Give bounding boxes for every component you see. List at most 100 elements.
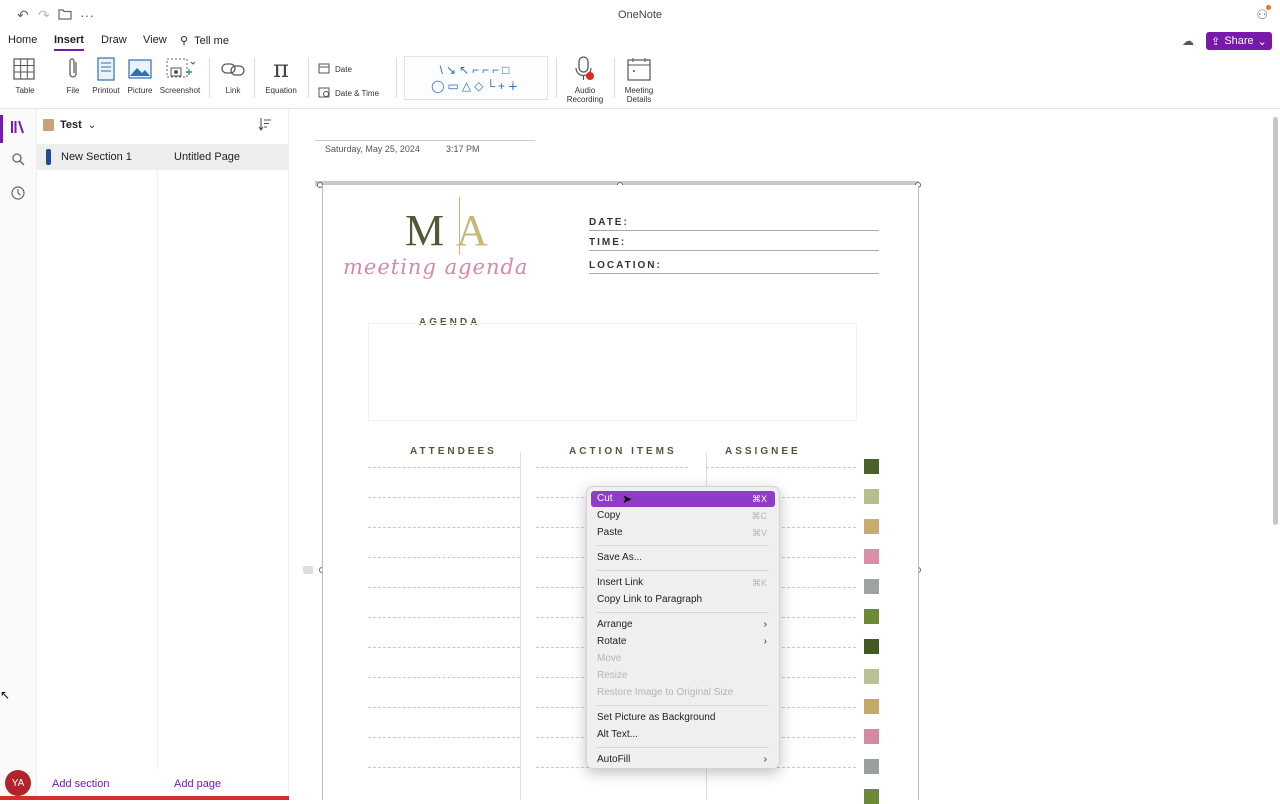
microphone-icon [562, 56, 608, 82]
date-button[interactable]: Date [318, 62, 352, 76]
table-button[interactable]: Table [8, 56, 42, 95]
field-date: DATE: [589, 217, 879, 231]
picture-button[interactable]: Picture [124, 56, 156, 95]
ribbon-divider [396, 58, 397, 98]
logo-script-text: meeting agenda [343, 255, 529, 279]
audio-label: Audio Recording [562, 86, 608, 104]
menu-item-alt-text[interactable]: Alt Text... [591, 727, 775, 743]
menu-item-paste[interactable]: Paste ⌘V [591, 525, 775, 541]
calendar-icon [318, 62, 330, 76]
ribbon-insert: Table File Printout Picture Screenshot L… [0, 52, 1280, 109]
shapes-row-shapes[interactable]: ◯▭△◇└+∔ [431, 79, 521, 93]
recent-clock-icon[interactable] [8, 183, 28, 203]
section-item-new-section-1[interactable]: New Section 1 Untitled Page [37, 144, 289, 170]
share-button[interactable]: ⇪ Share ⌄ [1206, 32, 1272, 50]
field-location: LOCATION: [589, 260, 879, 274]
menu-item-cut[interactable]: Cut ⌘X [591, 491, 775, 507]
color-swatch [864, 489, 879, 504]
ruled-line [368, 707, 520, 708]
menu-separator [597, 705, 769, 706]
printout-button[interactable]: Printout [89, 56, 123, 95]
add-page-button[interactable]: Add page [174, 778, 221, 790]
column-divider [520, 453, 521, 800]
title-bar: ↶ ↷ ··· OneNote ⚇ [0, 0, 1280, 30]
ruled-line [368, 497, 520, 498]
logo-divider [459, 197, 460, 255]
notebook-name: Test [60, 119, 82, 131]
menu-shortcut: ⌘K [751, 578, 767, 588]
menu-item-label: Move [597, 653, 622, 664]
pi-icon: π [273, 55, 289, 83]
menu-item-copy[interactable]: Copy ⌘C [591, 508, 775, 524]
ruled-line [368, 677, 520, 678]
vertical-scrollbar[interactable] [1273, 117, 1278, 525]
mouse-pointer-icon: ↖ [0, 688, 11, 702]
ruled-line [368, 767, 520, 768]
menu-item-label: Resize [597, 670, 628, 681]
menu-separator [597, 612, 769, 613]
shapes-gallery[interactable]: \↘↖⌐⌐⌐□ ◯▭△◇└+∔ [404, 56, 548, 100]
menu-item-rotate[interactable]: Rotate › [591, 634, 775, 650]
page-item-untitled[interactable]: Untitled Page [174, 151, 240, 163]
avatar[interactable]: YA [5, 770, 31, 796]
menu-item-copy-link-to-paragraph[interactable]: Copy Link to Paragraph [591, 592, 775, 608]
menu-item-label: Set Picture as Background [597, 712, 716, 723]
menu-shortcut: ⌘X [751, 494, 767, 504]
meeting-details-button[interactable]: Meeting Details [619, 56, 659, 104]
menu-item-label: Paste [597, 527, 623, 538]
page-date: Saturday, May 25, 2024 [325, 144, 420, 154]
link-button[interactable]: Link [219, 56, 247, 95]
menu-item-autofill[interactable]: AutoFill › [591, 752, 775, 768]
menu-item-label: Arrange [597, 619, 633, 630]
tab-view[interactable]: View [143, 34, 167, 46]
menu-item-set-picture-as-background[interactable]: Set Picture as Background [591, 710, 775, 726]
sync-status-icon[interactable]: ☁ [1182, 34, 1194, 48]
logo-a: A [456, 206, 500, 255]
tell-me[interactable]: ⚲ Tell me [180, 34, 229, 47]
color-swatch [864, 459, 879, 474]
equation-button[interactable]: π Equation [262, 55, 300, 95]
sort-icon[interactable] [258, 117, 272, 134]
ribbon-divider [254, 58, 255, 98]
paragraph-handle[interactable] [303, 566, 313, 574]
color-swatch [864, 639, 879, 654]
menu-item-label: Rotate [597, 636, 627, 647]
shapes-row-lines[interactable]: \↘↖⌐⌐⌐□ [440, 63, 513, 77]
color-swatch [864, 549, 879, 564]
menu-item-save-as[interactable]: Save As... [591, 550, 775, 566]
file-label: File [66, 86, 80, 95]
file-button[interactable]: File [60, 56, 86, 95]
table-label: Table [15, 86, 35, 95]
tab-draw[interactable]: Draw [101, 34, 127, 46]
date-time-button[interactable]: Date & Time [318, 86, 379, 100]
notebook-picker[interactable]: Test ⌄ [43, 119, 96, 131]
menu-item-move: Move [591, 651, 775, 667]
date-label: Date [335, 64, 352, 74]
tab-home[interactable]: Home [8, 34, 37, 46]
menu-item-resize: Resize [591, 668, 775, 684]
chevron-right-icon: › [763, 619, 767, 630]
tab-insert[interactable]: Insert [54, 34, 84, 51]
meeting-label-line2: Details [626, 95, 652, 104]
collaborate-icon[interactable]: ⚇ [1256, 5, 1271, 23]
meeting-calendar-icon [619, 56, 659, 82]
color-swatch [864, 669, 879, 684]
panel-column-divider [157, 170, 158, 770]
menu-bar: Home Insert Draw View ⚲ Tell me [0, 30, 1280, 52]
tell-me-label: Tell me [194, 35, 229, 47]
menu-separator [597, 570, 769, 571]
color-swatch [864, 519, 879, 534]
page-canvas[interactable]: Saturday, May 25, 2024 3:17 PM MA meetin… [289, 109, 1280, 804]
search-icon[interactable] [8, 149, 28, 169]
color-swatch [864, 699, 879, 714]
menu-separator [597, 747, 769, 748]
notebooks-icon[interactable] [8, 117, 28, 137]
screenshot-button[interactable]: Screenshot [157, 56, 203, 95]
ruled-line [536, 467, 688, 468]
audio-recording-button[interactable]: Audio Recording [562, 56, 608, 104]
menu-item-insert-link[interactable]: Insert Link ⌘K [591, 575, 775, 591]
notification-dot [1266, 5, 1271, 10]
menu-item-arrange[interactable]: Arrange › [591, 617, 775, 633]
menu-shortcut: ⌘C [751, 511, 768, 521]
add-section-button[interactable]: Add section [52, 778, 109, 790]
